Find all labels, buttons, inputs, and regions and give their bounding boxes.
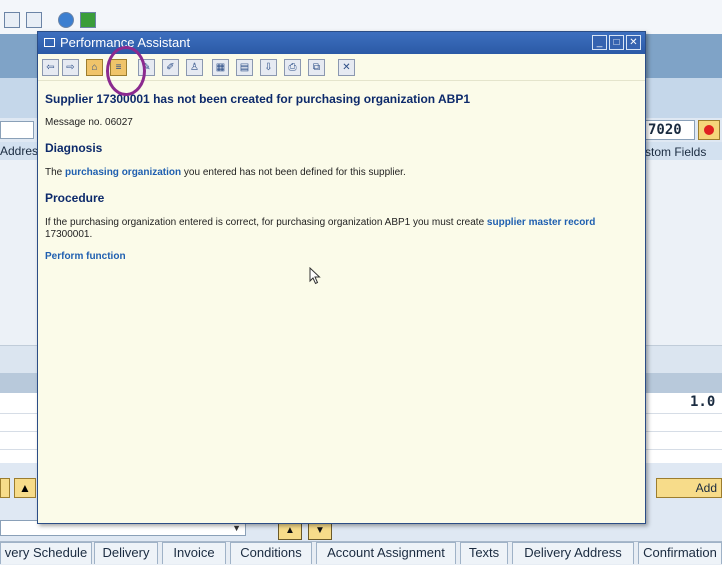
forward-icon[interactable]: ⇨: [62, 59, 79, 76]
tab-invoice[interactable]: Invoice: [162, 542, 226, 564]
copy-icon[interactable]: ⧉: [308, 59, 325, 76]
header-input-field[interactable]: [0, 121, 34, 139]
home-icon[interactable]: ⌂: [86, 59, 103, 76]
chevron-down-icon: ▼: [232, 523, 241, 533]
item-action-button[interactable]: ▲: [14, 478, 36, 498]
tab-account-assignment[interactable]: Account Assignment: [316, 542, 456, 564]
mouse-cursor-icon: [309, 267, 321, 285]
arrow-down-button[interactable]: ▼: [308, 522, 332, 540]
tab-address-partial[interactable]: Addres: [0, 142, 38, 160]
item-button-partial[interactable]: [0, 478, 10, 498]
tab-delivery-address[interactable]: Delivery Address: [512, 542, 634, 564]
add-button[interactable]: Add: [656, 478, 722, 498]
message-heading: Supplier 17300001 has not been created f…: [45, 92, 471, 106]
tab-conditions[interactable]: Conditions: [230, 542, 312, 564]
tab-confirmation[interactable]: Confirmation: [638, 542, 722, 564]
message-number: Message no. 06027: [45, 117, 133, 128]
item-value-partial: 1.0: [690, 394, 716, 410]
purchasing-organization-link[interactable]: purchasing organization: [65, 167, 181, 178]
status-button[interactable]: [698, 120, 720, 140]
tab-texts[interactable]: Texts: [460, 542, 508, 564]
edit-long-text-icon[interactable]: ✐: [162, 59, 179, 76]
layout-icon[interactable]: [26, 12, 42, 28]
close-button[interactable]: ✕: [626, 35, 641, 50]
diagnosis-suffix: you entered has not been defined for thi…: [181, 167, 406, 178]
procedure-suffix: 17300001.: [45, 229, 93, 240]
diagnosis-prefix: The: [45, 167, 66, 178]
monitor-icon[interactable]: [80, 12, 96, 28]
tab-delivery[interactable]: Delivery: [94, 542, 158, 564]
tab-delivery-schedule[interactable]: very Schedule: [0, 542, 92, 564]
print-icon[interactable]: ⎙: [284, 59, 301, 76]
procedure-prefix: If the purchasing organization entered i…: [45, 217, 487, 228]
annotation-circle: [106, 46, 146, 96]
sap-toolbar: [0, 0, 722, 35]
close-icon[interactable]: ✕: [338, 59, 355, 76]
back-icon[interactable]: ⇦: [42, 59, 59, 76]
procedure-text: If the purchasing organization entered i…: [45, 217, 630, 241]
maximize-button[interactable]: □: [609, 35, 624, 50]
perform-function-link[interactable]: Perform function: [45, 251, 630, 263]
arrow-up-button[interactable]: ▲: [278, 522, 302, 540]
item-detail-tabs: very Schedule Delivery Invoice Condition…: [0, 541, 722, 565]
window-icon[interactable]: [4, 12, 20, 28]
year-field[interactable]: 7020: [645, 120, 695, 140]
download-icon[interactable]: ⇩: [260, 59, 277, 76]
layout-icon[interactable]: ▤: [236, 59, 253, 76]
user-icon[interactable]: ♙: [186, 59, 203, 76]
help-icon[interactable]: [58, 12, 74, 28]
diagnosis-text: The purchasing organization you entered …: [45, 167, 630, 179]
minimize-button[interactable]: _: [592, 35, 607, 50]
table-icon[interactable]: ▦: [212, 59, 229, 76]
supplier-master-record-link[interactable]: supplier master record: [487, 217, 595, 228]
diagnosis-heading: Diagnosis: [45, 141, 103, 155]
procedure-heading: Procedure: [45, 191, 105, 205]
performance-assistant-dialog: Performance Assistant _ □ ✕ ⇦ ⇨ ⌂ ≡ ✎ ✐ …: [37, 31, 646, 524]
tab-custom-fields-partial[interactable]: stom Fields: [645, 142, 722, 162]
window-icon: [44, 38, 55, 47]
red-status-icon: [704, 125, 714, 135]
